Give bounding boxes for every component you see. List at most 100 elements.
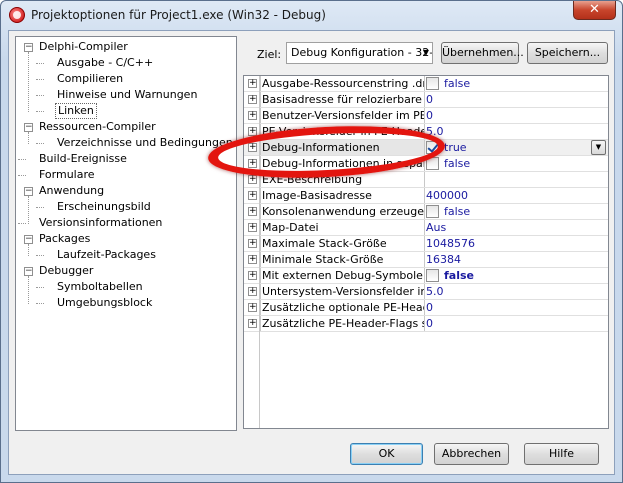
property-row[interactable]: + Benutzer-Versionsfelder im PE- 0 <box>244 108 608 124</box>
expand-icon[interactable]: + <box>248 127 257 136</box>
tree-connector <box>36 63 44 64</box>
property-value[interactable]: 0 <box>426 300 433 315</box>
tree-item-label: Verzeichnisse und Bedingungen <box>57 136 233 149</box>
property-value[interactable]: 5.0 <box>426 284 444 299</box>
property-name: Ausgabe-Ressourcenstring .drc-D <box>260 76 425 91</box>
tree-connector <box>36 79 44 80</box>
property-name: Untersystem-Versionsfelder in PE <box>260 284 425 299</box>
expand-icon[interactable]: + <box>248 175 257 184</box>
property-row[interactable]: + Maximale Stack-Größe 1048576 <box>244 236 608 252</box>
property-value[interactable]: 5.0 <box>426 124 444 139</box>
target-configuration-value: Debug Konfiguration - 32- <box>291 46 433 59</box>
target-label: Ziel: <box>257 48 282 61</box>
property-row[interactable]: +Ausgabe-Ressourcenstring .drc-D false <box>244 76 608 92</box>
property-row[interactable]: + Image-Basisadresse 400000 <box>244 188 608 204</box>
property-value[interactable]: false <box>444 76 470 91</box>
expand-icon[interactable]: + <box>248 319 257 328</box>
collapse-icon[interactable]: − <box>24 123 33 132</box>
tree-item-label: Ausgabe - C/C++ <box>57 56 154 69</box>
options-tree[interactable]: − Delphi-Compiler Ausgabe - C/C++ Compilier… <box>15 36 237 431</box>
property-value[interactable]: false <box>444 268 474 283</box>
property-name: Benutzer-Versionsfelder im PE- <box>260 108 425 123</box>
expand-icon[interactable]: + <box>248 271 257 280</box>
target-configuration-select[interactable]: Debug Konfiguration - 32- ▼ <box>286 42 433 64</box>
expand-icon[interactable]: + <box>248 95 257 104</box>
property-row[interactable]: + Mit externen Debug-Symbolen false <box>244 268 608 284</box>
property-name: Image-Basisadresse <box>260 188 425 203</box>
property-value[interactable]: false <box>444 204 470 219</box>
property-value[interactable]: 0 <box>426 316 433 331</box>
expand-icon[interactable]: + <box>248 191 257 200</box>
property-row[interactable]: + EXE-Beschreibung <box>244 172 608 188</box>
property-name: Mit externen Debug-Symbolen <box>260 268 425 283</box>
delphi-app-icon <box>9 7 25 23</box>
save-button[interactable]: Speichern... <box>527 42 608 64</box>
property-value[interactable]: 0 <box>426 92 433 107</box>
collapse-icon[interactable]: − <box>24 43 33 52</box>
property-name: Minimale Stack-Größe <box>260 252 425 267</box>
property-row[interactable]: + Konsolenanwendung erzeugen false <box>244 204 608 220</box>
property-value[interactable]: Aus <box>426 220 446 235</box>
tree-guide-line <box>28 196 29 224</box>
cancel-button[interactable]: Abbrechen <box>434 443 509 465</box>
tree-item-label: Hinweise und Warnungen <box>57 88 198 101</box>
tree-item-label: Laufzeit-Packages <box>57 248 156 261</box>
expand-icon[interactable]: + <box>248 111 257 120</box>
unchecked-checkbox[interactable] <box>426 205 439 218</box>
property-row[interactable]: + Debug-Informationen true ▼ <box>244 140 608 156</box>
expand-icon[interactable]: + <box>248 207 257 216</box>
property-row[interactable]: +Basisadresse für relozierbare Ima0 <box>244 92 608 108</box>
close-button[interactable]: ✕ <box>573 1 616 20</box>
property-row[interactable]: +Untersystem-Versionsfelder in PE5.0 <box>244 284 608 300</box>
tree-item-label: Debugger <box>39 264 94 277</box>
unchecked-checkbox[interactable] <box>426 77 439 90</box>
expand-icon[interactable]: + <box>248 303 257 312</box>
property-value[interactable]: true <box>444 140 467 155</box>
tree-item-label: Erscheinungsbild <box>57 200 151 213</box>
property-name: Maximale Stack-Größe <box>260 236 425 251</box>
tree-connector <box>36 143 44 144</box>
checked-checkbox[interactable] <box>426 141 439 154</box>
property-row[interactable]: + Map-Datei Aus <box>244 220 608 236</box>
tree-connector <box>36 95 44 96</box>
collapse-icon[interactable]: − <box>24 267 33 276</box>
expand-icon[interactable]: + <box>248 79 257 88</box>
tree-item-label: Versionsinformationen <box>39 216 163 229</box>
tree-item-label: Linken <box>55 103 97 119</box>
expand-icon[interactable]: + <box>248 159 257 168</box>
unchecked-checkbox[interactable] <box>426 269 439 282</box>
apply-button[interactable]: Übernehmen... <box>441 42 524 64</box>
property-value[interactable]: 1048576 <box>426 236 475 251</box>
expand-icon[interactable]: + <box>248 239 257 248</box>
property-row[interactable]: +PE-Versionsfelder in PE-Header al5.0 <box>244 124 608 140</box>
property-value[interactable]: 0 <box>426 108 433 123</box>
linker-options-grid[interactable]: +Ausgabe-Ressourcenstring .drc-Dfalse+Ba… <box>243 75 609 429</box>
property-value[interactable]: false <box>444 156 470 171</box>
property-row[interactable]: + Minimale Stack-Größe 16384 <box>244 252 608 268</box>
ok-button[interactable]: OK <box>350 443 423 465</box>
property-row[interactable]: +Zusätzliche optionale PE-Header-F0 <box>244 300 608 316</box>
collapse-icon[interactable]: − <box>24 187 33 196</box>
expand-icon[interactable]: + <box>248 143 257 152</box>
title-bar[interactable]: Projektoptionen für Project1.exe (Win32 … <box>1 1 622 29</box>
unchecked-checkbox[interactable] <box>426 157 439 170</box>
property-name: EXE-Beschreibung <box>260 172 425 187</box>
expand-icon[interactable]: + <box>248 223 257 232</box>
tree-connector <box>36 287 44 288</box>
property-row[interactable]: +Zusätzliche PE-Header-Flags setze0 <box>244 316 608 332</box>
tree-connector <box>36 111 44 112</box>
property-value[interactable]: 16384 <box>426 252 461 267</box>
tree-item-label: Ressourcen-Compiler <box>39 120 156 133</box>
tree-item-label: Formulare <box>39 168 95 181</box>
project-options-window: Projektoptionen für Project1.exe (Win32 … <box>0 0 623 483</box>
chevron-down-icon[interactable]: ▼ <box>591 140 606 155</box>
tree-item-label: Anwendung <box>39 184 105 197</box>
help-button[interactable]: Hilfe <box>524 443 599 465</box>
collapse-icon[interactable]: − <box>24 235 33 244</box>
window-title: Projektoptionen für Project1.exe (Win32 … <box>31 8 326 22</box>
property-row[interactable]: +Debug-Informationen in separate false <box>244 156 608 172</box>
expand-icon[interactable]: + <box>248 255 257 264</box>
property-value[interactable]: 400000 <box>426 188 468 203</box>
tree-item-label: Umgebungsblock <box>57 296 153 309</box>
expand-icon[interactable]: + <box>248 287 257 296</box>
